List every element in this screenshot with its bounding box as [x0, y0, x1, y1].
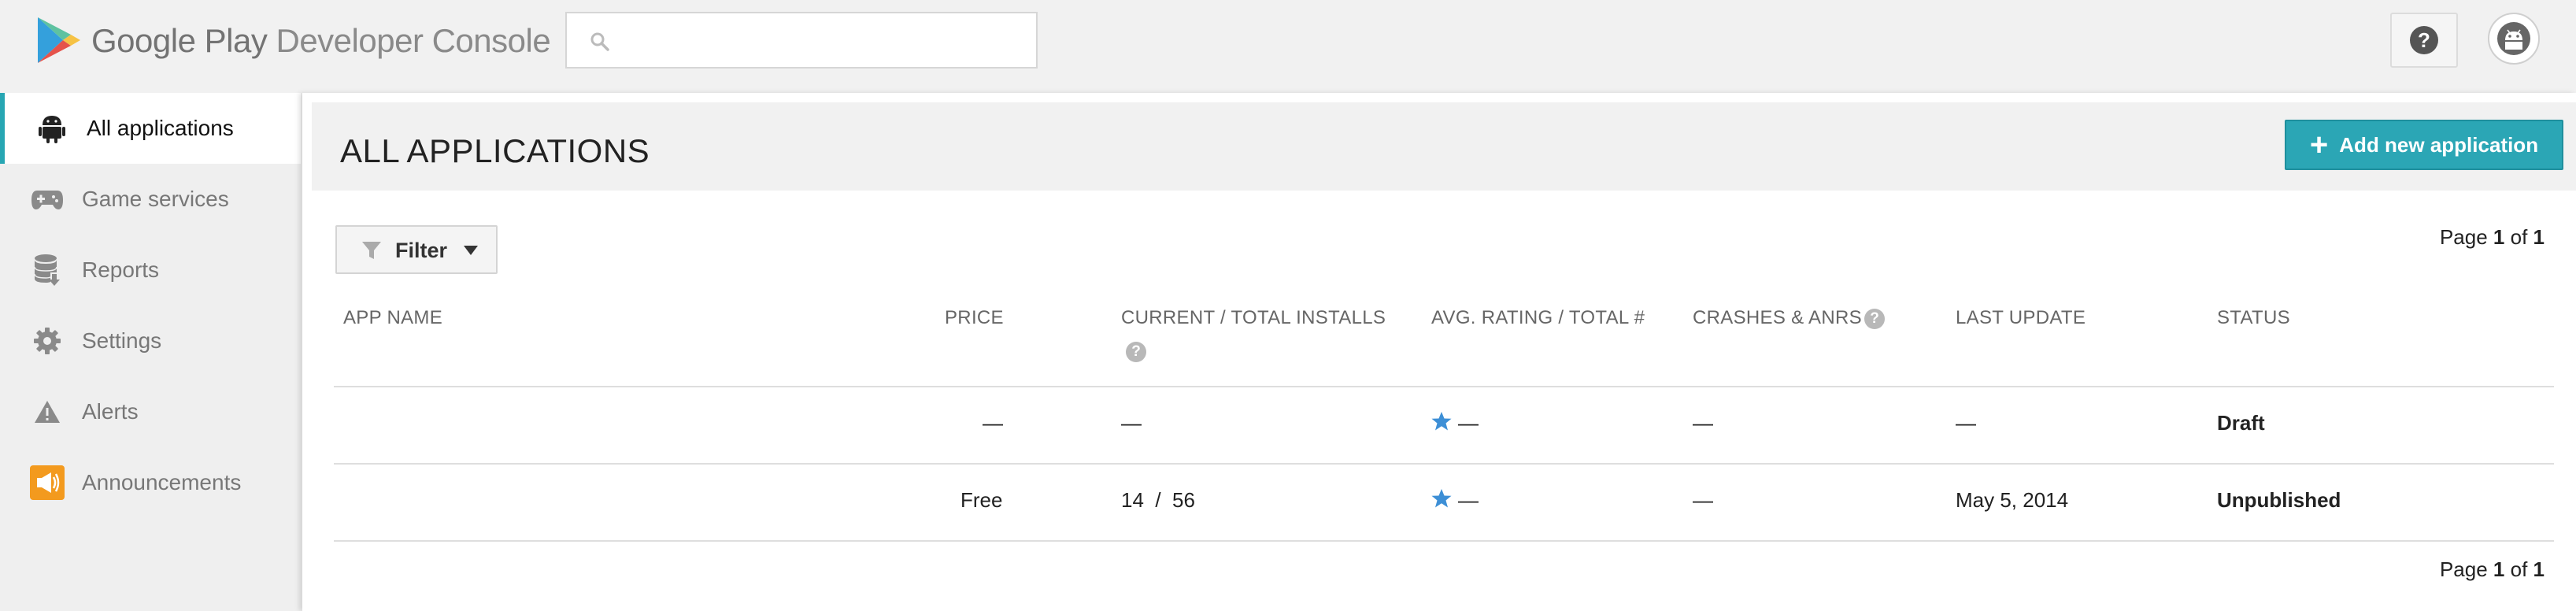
- sidebar-item-label: Alerts: [82, 399, 139, 424]
- search-input[interactable]: [622, 21, 1023, 59]
- database-download-icon: [30, 253, 65, 287]
- warning-icon: [30, 394, 65, 429]
- chevron-down-icon: [464, 246, 478, 255]
- sidebar-item-announcements[interactable]: Announcements: [0, 447, 301, 518]
- pager-prefix: Page: [2439, 225, 2493, 249]
- column-header-status[interactable]: STATUS: [2217, 307, 2290, 329]
- sidebar-item-all-applications[interactable]: All applications: [0, 93, 301, 164]
- pager-current: 1: [2493, 225, 2505, 249]
- search-icon: [590, 32, 609, 51]
- divider: [334, 463, 2554, 465]
- sidebar: All applications Game services Reports S…: [0, 93, 301, 611]
- cell-crashes: —: [1693, 411, 1713, 435]
- star-icon: [1431, 489, 1452, 508]
- help-icon: ?: [2410, 26, 2438, 54]
- star-icon: [1431, 412, 1452, 431]
- android-icon: [35, 111, 69, 146]
- account-avatar[interactable]: [2488, 13, 2540, 65]
- cell-price: —: [983, 411, 1003, 435]
- crashes-help-icon[interactable]: ?: [1864, 309, 1885, 329]
- pager-separator: of: [2504, 225, 2533, 249]
- pager-total: 1: [2533, 225, 2545, 249]
- divider: [334, 386, 2554, 387]
- add-new-application-label: Add new application: [2339, 132, 2539, 157]
- search-box[interactable]: [565, 12, 1038, 69]
- megaphone-icon: [30, 465, 65, 500]
- column-header-crashes[interactable]: CRASHES & ANRS: [1693, 307, 1862, 329]
- installs-help-icon[interactable]: ?: [1126, 342, 1146, 362]
- android-avatar-icon: [2497, 22, 2530, 55]
- sidebar-item-reports[interactable]: Reports: [0, 235, 301, 306]
- gear-icon: [30, 324, 65, 358]
- cell-last-update: May 5, 2014: [1956, 488, 2069, 512]
- filter-label: Filter: [395, 239, 448, 262]
- pager-prefix: Page: [2439, 557, 2493, 581]
- brand-google: Google: [91, 22, 196, 59]
- add-new-application-button[interactable]: + Add new application: [2285, 120, 2563, 170]
- title-bar: ALL APPLICATIONS + Add new application: [312, 102, 2576, 191]
- brand-title[interactable]: Google Play Developer Console: [91, 20, 551, 61]
- brand-play: Play: [204, 22, 268, 59]
- sidebar-item-label: Announcements: [82, 470, 242, 494]
- help-button[interactable]: ?: [2390, 13, 2458, 68]
- column-header-last-update[interactable]: LAST UPDATE: [1956, 307, 2086, 329]
- divider: [334, 540, 2554, 542]
- funnel-icon: [362, 242, 381, 259]
- column-header-installs[interactable]: CURRENT / TOTAL INSTALLS: [1121, 307, 1386, 329]
- brand-developer-console: Developer Console: [276, 22, 551, 59]
- sidebar-item-label: All applications: [87, 116, 234, 140]
- main-panel: ALL APPLICATIONS + Add new application F…: [302, 93, 2576, 611]
- gamepad-icon: [30, 182, 65, 217]
- cell-price: Free: [960, 488, 1003, 512]
- cell-rating: —: [1458, 411, 1479, 435]
- sidebar-item-label: Reports: [82, 257, 160, 282]
- pager-current: 1: [2493, 557, 2505, 581]
- cell-status: Unpublished: [2217, 488, 2341, 512]
- sidebar-item-alerts[interactable]: Alerts: [0, 376, 301, 447]
- top-bar: Google Play Developer Console ?: [0, 0, 2576, 82]
- cell-crashes: —: [1693, 488, 1713, 512]
- google-play-logo-icon[interactable]: [35, 16, 82, 65]
- sidebar-item-settings[interactable]: Settings: [0, 306, 301, 376]
- pager-total: 1: [2533, 557, 2545, 581]
- plus-icon: +: [2309, 128, 2329, 162]
- pagination-bottom: Page 1 of 1: [2440, 557, 2545, 582]
- column-header-price[interactable]: PRICE: [945, 307, 1004, 329]
- sidebar-item-label: Settings: [82, 328, 162, 353]
- cell-rating: —: [1458, 488, 1479, 512]
- cell-last-update: —: [1956, 411, 1976, 435]
- column-header-rating[interactable]: AVG. RATING / TOTAL #: [1431, 307, 1645, 329]
- cell-installs: 14 / 56: [1121, 488, 1195, 512]
- pagination-top: Page 1 of 1: [2440, 225, 2545, 250]
- cell-status: Draft: [2217, 411, 2265, 435]
- sidebar-item-game-services[interactable]: Game services: [0, 164, 301, 235]
- cell-installs: —: [1121, 411, 1142, 435]
- pager-separator: of: [2504, 557, 2533, 581]
- sidebar-item-label: Game services: [82, 187, 229, 211]
- filter-button[interactable]: Filter: [335, 225, 498, 274]
- page-title: ALL APPLICATIONS: [340, 132, 650, 169]
- column-header-app-name[interactable]: APP NAME: [343, 307, 442, 329]
